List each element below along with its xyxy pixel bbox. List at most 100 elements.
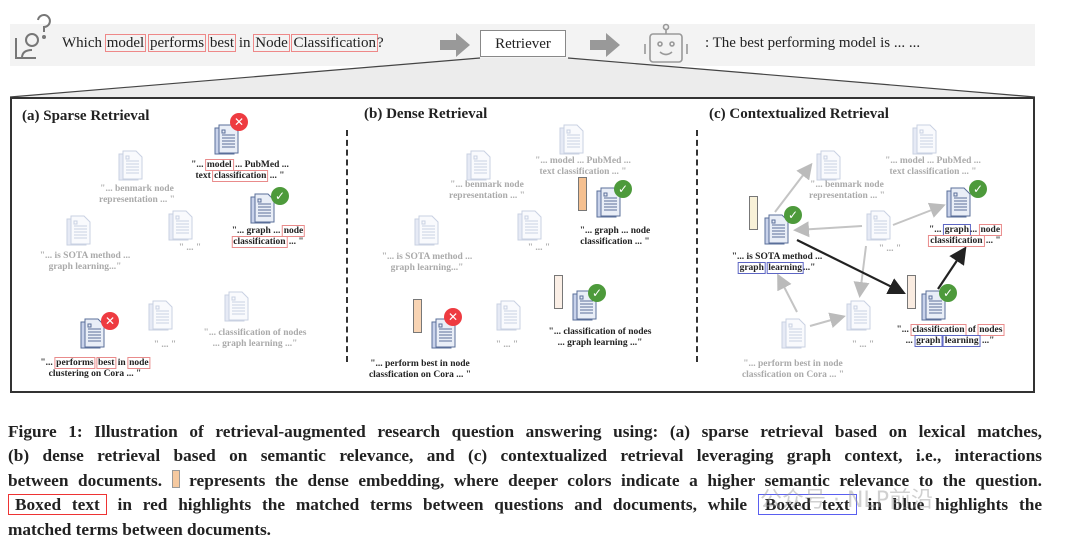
- snippet-text: "... is SOTA method ...: [39, 251, 131, 261]
- snippet-line: "... performs best in node: [40, 357, 151, 369]
- snippet-text: ...": [803, 262, 816, 273]
- snippet-text: classfication on Cora ... ": [741, 369, 845, 380]
- snippet-line: "... perform best in node: [369, 359, 471, 370]
- snippet-line: "... is SOTA method ...: [732, 252, 823, 263]
- document-snippet: " ... ": [179, 243, 201, 254]
- document-snippet: " ... ": [879, 244, 901, 255]
- snippet-text: "...: [928, 225, 944, 235]
- snippet-line: classification ... ": [928, 234, 1001, 247]
- document-snippet: "... classification of nodes... graph le…: [204, 328, 307, 349]
- document-icon: [846, 300, 872, 332]
- snippet-line: classification ... ": [231, 235, 304, 248]
- document-icon: [148, 300, 174, 332]
- dense-embedding-bar: [749, 196, 758, 230]
- edge: [809, 312, 846, 328]
- snippet-line: graph learning...": [40, 262, 131, 273]
- document-snippet: "... model ... PubMed ... text classifica…: [535, 156, 631, 177]
- dense-embedding-swatch: [171, 469, 180, 488]
- snippet-text: text classification ... ": [889, 166, 977, 177]
- snippet-text: graph learning...": [48, 261, 122, 272]
- edge: [777, 273, 798, 313]
- document-snippet: "... graph ... node classification ... ": [580, 226, 650, 247]
- snippet-text: "... perform best in node: [743, 359, 843, 369]
- snippet-text: ... ": [983, 235, 1001, 246]
- blue-highlight-term: graph: [737, 261, 766, 274]
- snippet-line: " ... ": [154, 340, 176, 351]
- correct-icon: ✓: [969, 180, 987, 198]
- snippet-text: representation ... ": [809, 190, 885, 201]
- correct-icon: ✓: [784, 206, 802, 224]
- snippet-line: "... is SOTA method ...: [382, 252, 473, 263]
- document-snippet: "... classification of nodes... graph le…: [896, 324, 1005, 347]
- document-snippet: "... graph ... node classification ... ": [231, 225, 306, 248]
- snippet-text: classification ... ": [580, 236, 650, 247]
- dense-embedding-bar: [413, 299, 422, 333]
- document-snippet: "... perform best in node classfication o…: [742, 359, 844, 380]
- snippet-text: "...: [896, 325, 912, 335]
- snippet-line: "... benmark node: [449, 180, 525, 191]
- document-icon: [912, 124, 938, 156]
- snippet-line: ... graph learning ...": [897, 334, 1004, 347]
- snippet-text: "... perform best in node: [370, 359, 470, 369]
- snippet-text: representation ... ": [99, 194, 175, 205]
- document-snippet: "... model ... PubMed ... text classifica…: [191, 159, 289, 182]
- document-snippet: "... performs best in node clustering on …: [40, 357, 151, 380]
- edge: [892, 202, 946, 226]
- snippet-text: representation ... ": [449, 190, 525, 201]
- document-snippet: "... model ... PubMed ... text classifica…: [885, 156, 981, 177]
- caption-text: in red highlights the matched terms betw…: [117, 495, 748, 515]
- snippet-line: "... graph ... node: [231, 225, 306, 237]
- snippet-text: " ... ": [153, 340, 177, 350]
- document-snippet: "... perform best in node classfication o…: [369, 359, 471, 380]
- dense-embedding-bar: [578, 177, 587, 211]
- document-snippet: "... graph... node classification ... ": [928, 224, 1003, 247]
- document-icon: [414, 215, 440, 247]
- snippet-line: ... graph learning ...": [204, 339, 307, 350]
- correct-icon: ✓: [588, 284, 606, 302]
- document-icon: [517, 210, 543, 242]
- red-box-example: Boxed text: [8, 494, 107, 516]
- snippet-line: classfication on Cora ... ": [742, 370, 844, 381]
- snippet-line: "... model ... PubMed ...: [535, 156, 631, 167]
- snippet-line: " ... ": [879, 244, 901, 255]
- snippet-line: clustering on Cora ... ": [40, 369, 149, 380]
- snippet-text: graph learning...": [390, 262, 464, 273]
- snippet-text: "... is SOTA method ...: [381, 252, 473, 262]
- snippet-text: "...: [40, 358, 56, 368]
- snippet-text: "... graph ...: [231, 226, 283, 236]
- snippet-text: text: [195, 170, 214, 181]
- snippet-text: " ... ": [527, 243, 551, 253]
- snippet-text: ... graph learning ...": [212, 338, 298, 349]
- snippet-line: "... classification of nodes: [896, 324, 1005, 336]
- snippet-line: "... classification of nodes: [204, 328, 307, 339]
- red-highlight-term: classification: [212, 169, 269, 182]
- snippet-line: "... model ... PubMed ...: [885, 156, 981, 167]
- snippet-line: "... model ... PubMed ...: [191, 159, 289, 171]
- document-snippet: " ... ": [852, 340, 874, 351]
- document-icon: [866, 210, 892, 242]
- snippet-line: "... benmark node: [99, 184, 175, 195]
- snippet-line: "... is SOTA method ...: [40, 251, 131, 262]
- red-highlight-term: performs: [54, 357, 96, 369]
- incorrect-icon: ✕: [444, 308, 462, 326]
- document-snippet: "... is SOTA method ... graph learning...…: [732, 252, 823, 274]
- correct-icon: ✓: [271, 187, 289, 205]
- snippet-line: " ... ": [852, 340, 874, 351]
- red-highlight-term: classification: [928, 234, 985, 247]
- correct-icon: ✓: [939, 284, 957, 302]
- document-snippet: "... benmark node representation ... ": [809, 180, 885, 201]
- edge: [793, 221, 863, 238]
- red-highlight-term: nodes: [977, 324, 1005, 336]
- snippet-text: in: [115, 358, 129, 368]
- edge: [853, 245, 870, 298]
- snippet-text: clustering on Cora ... ": [48, 368, 142, 379]
- incorrect-icon: ✕: [230, 113, 248, 131]
- red-highlight-term: node: [127, 357, 151, 369]
- blue-highlight-term: graph: [914, 334, 943, 347]
- document-icon: [466, 150, 492, 182]
- snippet-line: representation ... ": [99, 195, 175, 206]
- blue-highlight-term: learning: [766, 261, 805, 274]
- dense-embedding-bar: [907, 275, 916, 309]
- dense-embedding-bar: [554, 275, 563, 309]
- snippet-line: "... graph ... node: [580, 226, 650, 237]
